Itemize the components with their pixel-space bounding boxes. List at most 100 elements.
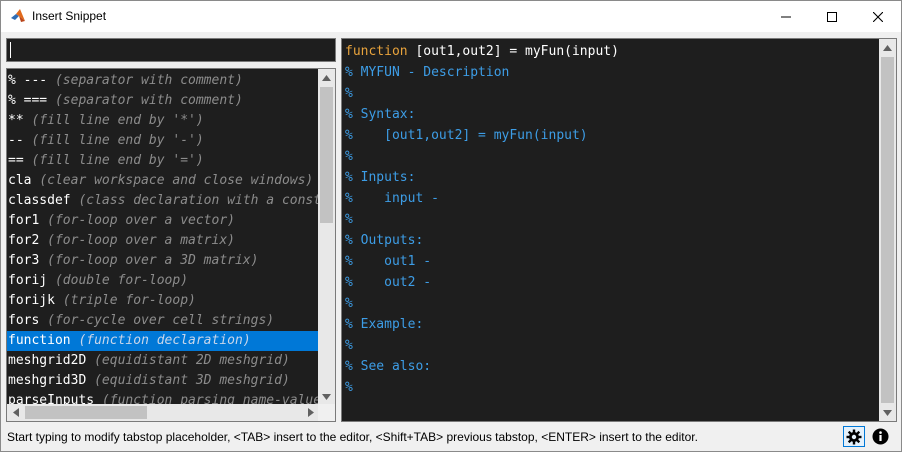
snippet-list-item[interactable]: ** (fill line end by '*') <box>7 111 319 131</box>
code-line: % input - <box>345 188 619 209</box>
code-line: % See also: <box>345 356 619 377</box>
info-button[interactable] <box>869 426 891 447</box>
snippet-list-item[interactable]: fors (for-cycle over cell strings) <box>7 311 319 331</box>
snippet-list-item[interactable]: for2 (for-loop over a matrix) <box>7 231 319 251</box>
snippet-key: ** <box>8 113 24 128</box>
code-line: % MYFUN - Description <box>345 62 619 83</box>
code-line: function [out1,out2] = myFun(input) <box>345 41 619 62</box>
snippet-list-item[interactable]: forij (double for-loop) <box>7 271 319 291</box>
snippet-list-item[interactable]: function (function declaration) <box>7 331 319 351</box>
snippet-description: (triple for-loop) <box>62 293 196 308</box>
matlab-icon <box>10 8 26 24</box>
code-line: % <box>345 83 619 104</box>
snippet-list-item[interactable]: % === (separator with comment) <box>7 91 319 111</box>
snippet-description: (separator with comment) <box>54 93 243 108</box>
snippet-preview-editor[interactable]: function [out1,out2] = myFun(input) % MYF… <box>341 38 897 422</box>
snippet-description: (for-loop over a vector) <box>47 213 235 228</box>
snippet-key: for2 <box>8 233 40 248</box>
code-line: % [out1,out2] = myFun(input) <box>345 125 619 146</box>
snippet-description: (for-cycle over cell strings) <box>47 313 275 328</box>
snippet-list[interactable]: % --- (separator with comment)% === (sep… <box>6 68 336 422</box>
scroll-left-arrow-icon[interactable] <box>7 404 24 421</box>
code-comment: % <box>345 149 353 164</box>
snippet-key: classdef <box>8 193 71 208</box>
scroll-up-arrow-icon[interactable] <box>318 69 335 86</box>
text-caret <box>10 42 11 58</box>
code-comment: % <box>345 212 353 227</box>
snippet-list-item[interactable]: meshgrid2D (equidistant 2D meshgrid) <box>7 351 319 371</box>
code-comment: % <box>345 338 353 353</box>
list-vertical-scrollbar[interactable] <box>318 69 335 405</box>
code-line: % Syntax: <box>345 104 619 125</box>
snippet-list-item[interactable]: % --- (separator with comment) <box>7 71 319 91</box>
snippet-list-item[interactable]: == (fill line end by '=') <box>7 151 319 171</box>
snippet-list-items: % --- (separator with comment)% === (sep… <box>7 71 319 411</box>
close-button[interactable] <box>855 1 901 32</box>
snippet-list-item[interactable]: cla (clear workspace and close windows) <box>7 171 319 191</box>
list-horizontal-scroll-thumb[interactable] <box>25 406 147 419</box>
code-comment: % Inputs: <box>345 170 416 185</box>
editor-vertical-scrollbar[interactable] <box>879 39 896 421</box>
code-preview: function [out1,out2] = myFun(input) % MYF… <box>345 41 619 398</box>
code-line: % out2 - <box>345 272 619 293</box>
code-line: % <box>345 293 619 314</box>
snippet-list-item[interactable]: -- (fill line end by '-') <box>7 131 319 151</box>
editor-scroll-down-arrow-icon[interactable] <box>879 404 896 421</box>
snippet-key: for1 <box>8 213 40 228</box>
code-comment: % out2 - <box>345 275 432 290</box>
insert-snippet-window: Insert Snippet % --- (separator with com… <box>0 0 902 452</box>
code-line: % <box>345 209 619 230</box>
scroll-right-arrow-icon[interactable] <box>302 404 319 421</box>
code-comment: % <box>345 86 353 101</box>
title-bar[interactable]: Insert Snippet <box>1 1 901 32</box>
code-comment: % [out1,out2] = myFun(input) <box>345 128 588 143</box>
snippet-key: function <box>8 333 71 348</box>
close-icon <box>873 11 883 22</box>
snippet-list-item[interactable]: classdef (class declaration with a const… <box>7 191 319 211</box>
list-horizontal-scrollbar[interactable] <box>7 404 319 421</box>
code-line: % Outputs: <box>345 230 619 251</box>
scroll-down-arrow-icon[interactable] <box>318 388 335 405</box>
snippet-list-item[interactable]: meshgrid3D (equidistant 3D meshgrid) <box>7 371 319 391</box>
code-keyword: function <box>345 44 408 59</box>
snippet-description: (function declaration) <box>78 333 251 348</box>
code-comment: % <box>345 296 353 311</box>
code-comment: % <box>345 380 353 395</box>
snippet-description: (fill line end by '=') <box>31 153 204 168</box>
snippet-description: (clear workspace and close windows) <box>39 173 314 188</box>
snippet-key: forij <box>8 273 48 288</box>
code-comment: % Example: <box>345 317 424 332</box>
code-line: % <box>345 146 619 167</box>
code-comment: % input - <box>345 191 439 206</box>
snippet-key: == <box>8 153 24 168</box>
snippet-description: (equidistant 2D meshgrid) <box>94 353 290 368</box>
snippet-key: cla <box>8 173 32 188</box>
scrollbar-corner <box>318 404 335 421</box>
snippet-key: meshgrid2D <box>8 353 87 368</box>
minimize-button[interactable] <box>763 1 809 32</box>
code-line: % <box>345 335 619 356</box>
snippet-description: (class declaration with a constructor) <box>78 193 319 208</box>
code-text: [out1,out2] = myFun(input) <box>407 44 619 59</box>
minimize-icon <box>781 16 791 17</box>
code-comment: % out1 - <box>345 254 432 269</box>
snippet-key: % === <box>8 93 48 108</box>
search-input[interactable] <box>7 39 335 61</box>
snippet-list-item[interactable]: for1 (for-loop over a vector) <box>7 211 319 231</box>
settings-button[interactable] <box>843 426 865 447</box>
snippet-description: (double for-loop) <box>54 273 189 288</box>
maximize-button[interactable] <box>809 1 855 32</box>
code-comment: % MYFUN - Description <box>345 65 510 80</box>
maximize-icon <box>827 11 837 22</box>
editor-scroll-up-arrow-icon[interactable] <box>879 39 896 56</box>
snippet-list-item[interactable]: forijk (triple for-loop) <box>7 291 319 311</box>
editor-scroll-thumb[interactable] <box>881 57 894 403</box>
status-bar-text: Start typing to modify tabstop placehold… <box>7 430 698 444</box>
code-line: % <box>345 377 619 398</box>
snippet-list-item[interactable]: for3 (for-loop over a 3D matrix) <box>7 251 319 271</box>
search-box[interactable] <box>6 38 336 62</box>
list-vertical-scroll-thumb[interactable] <box>320 87 333 223</box>
info-icon <box>872 428 888 445</box>
snippet-key: % --- <box>8 73 48 88</box>
snippet-description: (for-loop over a 3D matrix) <box>47 253 259 268</box>
